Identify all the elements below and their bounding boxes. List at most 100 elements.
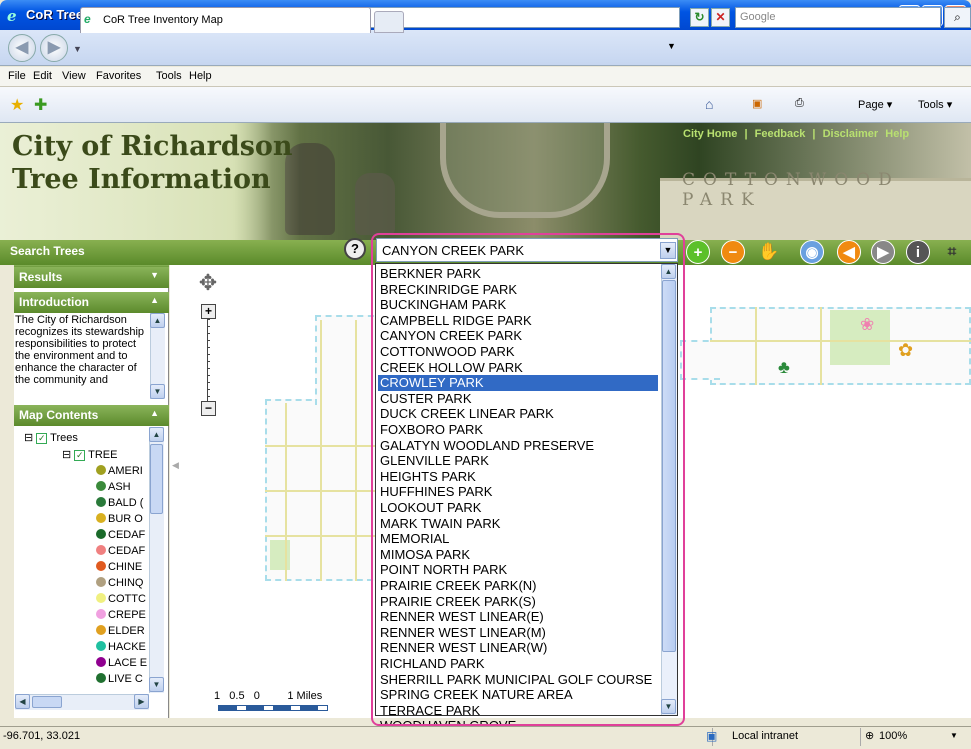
scroll-up-icon[interactable]: ▲ <box>150 313 165 328</box>
scroll-left-icon[interactable]: ◀ <box>15 694 30 709</box>
scroll-thumb[interactable] <box>150 444 163 514</box>
map-section-east-west <box>680 340 720 380</box>
tree-symbol-icon <box>96 673 106 683</box>
tree-root-label: Trees <box>50 432 78 444</box>
panel-splitter-icon[interactable]: ◀ <box>172 460 179 471</box>
url-dropdown-icon[interactable]: ▼ <box>667 41 676 51</box>
back-button[interactable]: ◀ <box>8 34 36 62</box>
site-title: City of Richardson Tree Information <box>12 130 293 196</box>
zoom-slider[interactable]: + − <box>201 304 216 416</box>
security-zone: Local intranet <box>732 730 799 742</box>
tree-marker-icon[interactable]: ✿ <box>898 340 913 361</box>
collapse-icon[interactable]: ▲ <box>150 408 159 418</box>
new-tab-button[interactable] <box>374 11 404 33</box>
tree-symbol-icon <box>96 481 106 491</box>
menu-help[interactable]: Help <box>189 70 212 82</box>
forward-extent-icon[interactable]: ▶ <box>871 240 895 264</box>
tools-menu[interactable]: Tools ▾ <box>918 98 952 111</box>
checkbox-icon[interactable]: ✓ <box>74 450 86 461</box>
menu-favorites[interactable]: Favorites <box>96 70 141 82</box>
park-area <box>270 540 290 570</box>
scale-graphic <box>218 705 328 711</box>
tree-symbol-icon <box>96 545 106 555</box>
print-icon[interactable]: ⎙ <box>795 97 804 110</box>
legend-item: ASH <box>96 481 131 496</box>
tree-marker-icon[interactable]: ♣ <box>778 357 790 378</box>
scroll-down-icon[interactable]: ▼ <box>150 384 165 399</box>
legend-item: CEDAF <box>96 545 145 560</box>
tree-symbol-icon <box>96 593 106 603</box>
road <box>320 320 322 581</box>
zoom-in-icon[interactable]: + <box>686 240 710 264</box>
zoom-level[interactable]: 100% <box>879 730 907 742</box>
search-input[interactable]: Google <box>735 7 941 28</box>
link-help[interactable]: Help <box>885 128 909 140</box>
introduction-header[interactable]: Introduction ▲ <box>14 292 169 313</box>
legend-item: ELDER <box>96 625 145 640</box>
tree-marker-icon[interactable]: ❀ <box>860 315 874 335</box>
link-city-home[interactable]: City Home <box>683 128 737 140</box>
help-icon[interactable]: ? <box>344 238 366 260</box>
hscroll-thumb[interactable] <box>32 696 62 708</box>
scale-bar: 1 0.5 0 1 Miles <box>214 690 328 711</box>
back-extent-icon[interactable]: ◀ <box>837 240 861 264</box>
legend-label: CREPE <box>108 609 146 621</box>
menu-tools[interactable]: Tools <box>156 70 182 82</box>
page-menu[interactable]: Page ▾ <box>858 98 892 111</box>
fountain-image <box>440 123 610 218</box>
feeds-icon[interactable]: ▣ <box>752 97 762 110</box>
legend-item: LIVE C <box>96 673 143 688</box>
identify-icon[interactable]: i <box>906 240 930 264</box>
legend-item: LACE E <box>96 657 147 672</box>
results-title: Results <box>19 270 63 284</box>
results-header-final[interactable]: Results ▼ <box>14 267 169 288</box>
tree-symbol-icon <box>96 577 106 587</box>
zoom-minus-button[interactable]: − <box>201 401 216 416</box>
legend-label: HACKE <box>108 641 146 653</box>
recent-pages-chevron-icon[interactable]: ▼ <box>73 44 82 54</box>
legend-label: CHINE <box>108 561 143 573</box>
address-bar <box>0 30 971 66</box>
search-icon[interactable]: ⌕ <box>944 7 971 28</box>
favorites-star-icon[interactable]: ★ <box>10 95 24 115</box>
legend-item: AMERI <box>96 465 143 480</box>
tree-symbol-icon <box>96 625 106 635</box>
checkbox-icon[interactable]: ✓ <box>36 433 48 444</box>
introduction-title: Introduction <box>19 295 89 309</box>
tab-page-icon: e <box>84 12 91 26</box>
scroll-down-icon[interactable]: ▼ <box>149 677 164 692</box>
zoom-dropdown-icon[interactable]: ▼ <box>950 731 958 740</box>
legend-label: BALD ( <box>108 497 144 509</box>
scroll-right-icon[interactable]: ▶ <box>134 694 149 709</box>
refresh-button[interactable]: ↻ <box>690 8 709 27</box>
menu-bar <box>0 67 971 87</box>
collapse-icon[interactable]: ▼ <box>150 270 159 280</box>
zoom-out-icon[interactable]: − <box>721 240 745 264</box>
scroll-up-icon[interactable]: ▲ <box>149 427 164 442</box>
legend-item: CREPE <box>96 609 146 624</box>
map-contents-header[interactable]: Map Contents ▲ <box>14 405 169 426</box>
tab-active[interactable]: CoR Tree Inventory Map <box>80 7 371 33</box>
link-feedback[interactable]: Feedback <box>755 128 806 140</box>
full-extent-icon[interactable]: ◉ <box>800 240 824 264</box>
pan-hand-icon[interactable]: ✋ <box>757 240 781 264</box>
stop-button[interactable]: ✕ <box>711 8 730 27</box>
add-favorite-icon[interactable]: ✚ <box>34 95 47 115</box>
site-title-line2: Tree Information <box>12 164 271 195</box>
home-icon[interactable]: ⌂ <box>705 96 713 112</box>
zoom-icon[interactable]: ⊕ <box>865 729 874 742</box>
park-sign-text: COTTONWOOD PARK <box>682 170 900 210</box>
menu-edit[interactable]: Edit <box>33 70 52 82</box>
tree-root[interactable]: ⊟ ✓ Trees <box>24 431 78 444</box>
link-disclaimer[interactable]: Disclaimer <box>823 128 879 140</box>
forward-button[interactable]: ▶ <box>40 34 68 62</box>
menu-view[interactable]: View <box>62 70 86 82</box>
zoom-plus-button[interactable]: + <box>201 304 216 319</box>
tree-symbol-icon <box>96 657 106 667</box>
collapse-icon[interactable]: ▲ <box>150 295 159 305</box>
tree-layer[interactable]: ⊟ ✓ TREE <box>62 448 117 461</box>
measure-icon[interactable]: ⌗ <box>940 240 964 264</box>
search-trees-label: Search Trees <box>10 244 85 258</box>
zoom-track[interactable] <box>207 319 210 401</box>
menu-file[interactable]: File <box>8 70 26 82</box>
